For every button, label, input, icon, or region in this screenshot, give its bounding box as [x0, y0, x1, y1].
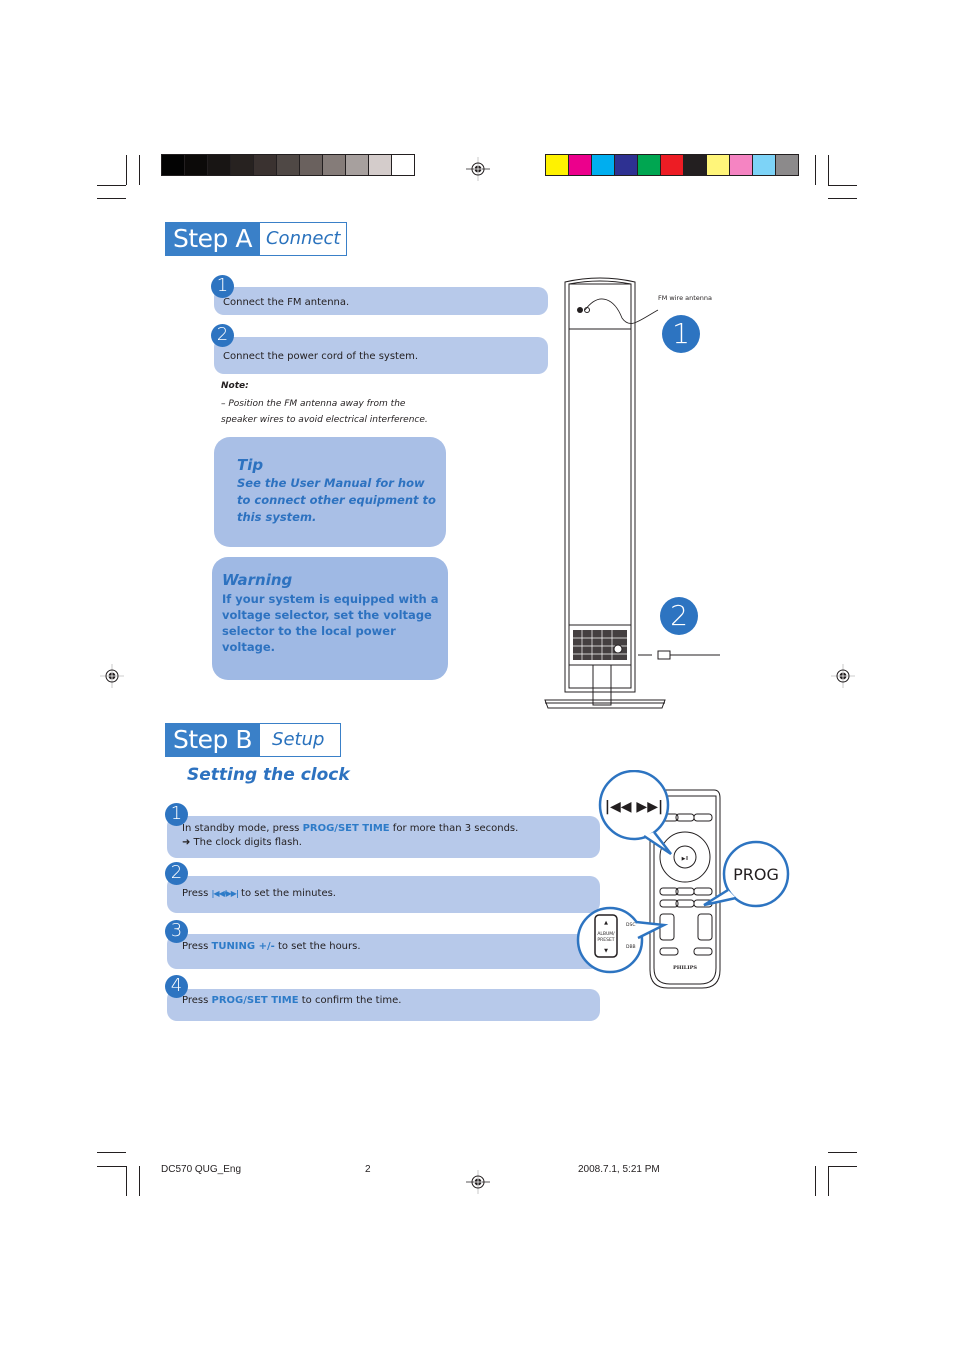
instruction-result: ➜ The clock digits flash. [182, 837, 302, 848]
album-preset-callout: ▲ ALBUM/ PRESET ▼ DSC DBB [576, 906, 669, 974]
step-b-instruction-4: Press PROG/SET TIME to confirm the time. [167, 989, 600, 1021]
warning-body: If your system is equipped with a voltag… [222, 592, 439, 654]
text-prefix: Press [182, 995, 212, 1006]
gray-swatch [231, 155, 253, 175]
skip-buttons-callout: |◀◀ ▶▶| [598, 770, 672, 856]
keyword-prog-set-time: PROG/SET TIME [302, 823, 390, 834]
skip-callout-label: |◀◀ ▶▶| [605, 799, 663, 815]
instruction-text: Press |◀◀/▶▶| to set the minutes. [182, 887, 336, 901]
color-swatch [661, 155, 683, 175]
remote-control-illustration: ▶II PHILIPS |◀◀ ▶▶| PROG ▲ ALBUM/ PRESET… [576, 770, 790, 989]
registration-mark-right [831, 664, 855, 688]
text-suffix: to confirm the time. [298, 995, 402, 1006]
instruction-text: Press PROG/SET TIME to confirm the time. [182, 994, 401, 1008]
footer-page-number: 2 [365, 1164, 371, 1175]
step-number-badge: 4 [165, 975, 188, 998]
instruction-text: Connect the power cord of the system. [223, 351, 419, 362]
color-swatch [707, 155, 729, 175]
color-swatch [569, 155, 591, 175]
text-prefix: Press [182, 941, 212, 952]
note-line-1: – Position the FM antenna away from the [221, 399, 406, 409]
gray-swatch [369, 155, 391, 175]
color-swatch [730, 155, 752, 175]
prog-callout-label: PROG [733, 865, 779, 884]
keyword-skip-buttons: |◀◀/▶▶| [211, 889, 239, 898]
tip-box: Tip See the User Manual for how to conne… [214, 437, 446, 547]
step-number-badge: 1 [211, 275, 234, 298]
step-number-badge: 1 [165, 803, 188, 826]
fm-antenna-label: FM wire antenna [658, 294, 713, 302]
note-heading: Note: [221, 381, 249, 391]
gray-swatch [323, 155, 345, 175]
dbb-label: DBB [626, 944, 636, 950]
step-a-subtitle: Connect [259, 222, 348, 256]
album-label-line-1: ALBUM/ [597, 931, 615, 937]
step-a-instruction-1: Connect the FM antenna. [214, 287, 548, 315]
prog-callout: PROG [703, 840, 790, 908]
text-prefix: Press [182, 888, 212, 899]
warning-title: Warning [222, 571, 293, 589]
album-label-line-2: PRESET [597, 937, 614, 943]
footer-filename: DC570 QUG_Eng [161, 1164, 242, 1175]
instruction-text: In standby mode, press PROG/SET TIME for… [182, 822, 518, 836]
text-suffix: for more than 3 seconds. [389, 823, 519, 834]
remote-brand: PHILIPS [673, 965, 697, 971]
color-calibration-bar [545, 154, 799, 176]
play-pause-glyph: ▶II [682, 856, 689, 862]
keyword-prog-set-time: PROG/SET TIME [211, 995, 299, 1006]
keyword-tuning: TUNING +/- [211, 941, 275, 952]
gray-calibration-bar [161, 154, 415, 176]
tip-body: See the User Manual for how to connect o… [237, 476, 436, 524]
instruction-text: Connect the FM antenna. [223, 297, 350, 308]
gray-swatch [162, 155, 184, 175]
text-prefix: In standby mode, press [182, 823, 303, 834]
illustration-callout-1: 1 [662, 315, 700, 353]
registration-mark-top [466, 157, 490, 181]
gray-swatch [254, 155, 276, 175]
step-b-instruction-2: Press |◀◀/▶▶| to set the minutes. [167, 876, 600, 913]
step-b-instruction-3: Press TUNING +/- to set the hours. [167, 934, 600, 969]
text-suffix: to set the hours. [274, 941, 361, 952]
color-swatch [546, 155, 568, 175]
note-block: Note: – Position the FM antenna away fro… [221, 378, 428, 428]
gray-swatch [208, 155, 230, 175]
step-b-header: Step B Setup [165, 723, 342, 757]
step-a-instruction-2: Connect the power cord of the system. [214, 337, 548, 374]
color-swatch [615, 155, 637, 175]
instruction-text: Press TUNING +/- to set the hours. [182, 940, 361, 954]
album-up-glyph: ▲ [604, 920, 608, 926]
step-a-header: Step A Connect [165, 222, 348, 256]
color-swatch [753, 155, 775, 175]
gray-swatch [392, 155, 414, 175]
note-line-2: speaker wires to avoid electrical interf… [221, 415, 428, 425]
color-swatch [638, 155, 660, 175]
step-number-badge: 2 [165, 862, 188, 885]
color-swatch [776, 155, 798, 175]
step-b-label: Step B [165, 723, 261, 757]
registration-mark-left [100, 664, 124, 688]
illustration-callout-2: 2 [660, 597, 698, 635]
color-swatch [684, 155, 706, 175]
gray-swatch [346, 155, 368, 175]
tip-title: Tip [237, 456, 264, 474]
footer-timestamp: 2008.7.1, 5:21 PM [578, 1164, 660, 1175]
warning-box: Warning If your system is equipped with … [212, 557, 448, 680]
step-b-subtitle: Setup [260, 723, 342, 757]
step-number-badge: 3 [165, 920, 188, 943]
step-a-label: Step A [165, 222, 260, 256]
gray-swatch [277, 155, 299, 175]
text-suffix: to set the minutes. [237, 888, 336, 899]
registration-mark-bottom [466, 1170, 490, 1194]
gray-swatch [185, 155, 207, 175]
gray-swatch [300, 155, 322, 175]
step-b-instruction-1: In standby mode, press PROG/SET TIME for… [167, 816, 600, 858]
section-title: Setting the clock [187, 765, 350, 785]
color-swatch [592, 155, 614, 175]
album-down-glyph: ▼ [604, 948, 608, 954]
dsc-label: DSC [626, 922, 635, 928]
step-number-badge: 2 [211, 324, 234, 347]
